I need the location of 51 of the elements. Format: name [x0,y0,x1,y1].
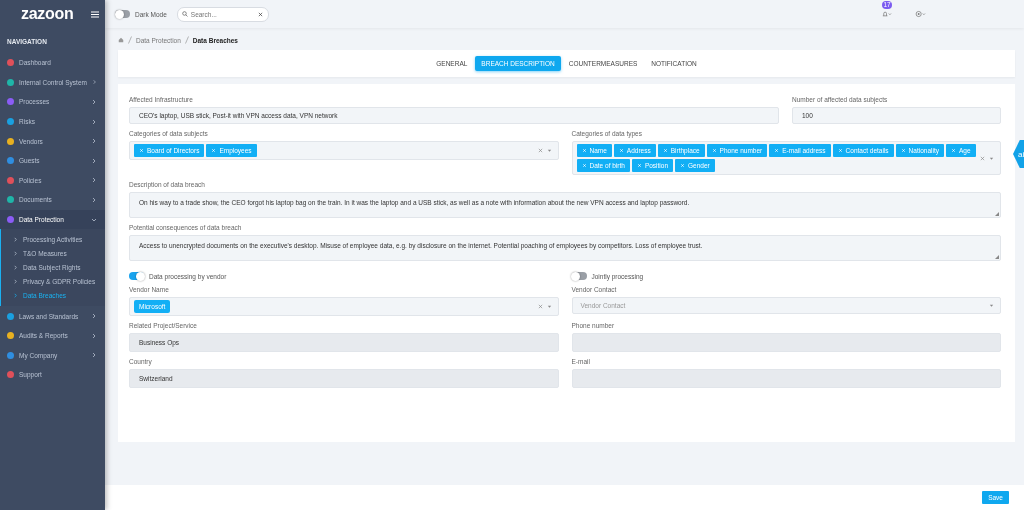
chevron-right-icon [91,196,97,203]
chevron-right-icon [91,313,97,320]
resize-grip-icon[interactable] [995,255,999,259]
remove-icon[interactable] [662,148,668,153]
remove-icon[interactable] [900,148,906,153]
caret-down-icon[interactable] [546,148,552,153]
caret-down-icon[interactable] [989,155,994,161]
settings-icon[interactable] [915,10,926,18]
remove-icon[interactable] [618,148,624,153]
remove-icon[interactable] [950,148,956,153]
remove-icon[interactable] [711,148,717,153]
toggle-switch[interactable] [115,10,130,18]
toggle-switch[interactable] [571,272,587,280]
clear-icon[interactable] [980,155,985,161]
chevron-right-icon [13,236,18,242]
clear-icon[interactable] [537,148,543,153]
remove-icon[interactable] [139,148,144,153]
chevron-right-icon [91,99,97,105]
chevron-right-icon [91,118,97,125]
ai-side-tab[interactable]: ai [1013,140,1024,168]
remove-icon[interactable] [774,148,780,153]
remove-icon[interactable] [581,163,587,168]
clear-icon[interactable] [537,304,543,309]
chevron-right-icon [91,352,97,359]
remove-icon[interactable] [680,163,686,168]
caret-down-icon[interactable] [546,304,552,309]
remove-icon[interactable] [636,163,642,168]
search-icon [181,11,188,17]
chevron-right-icon [13,250,18,256]
separator-icon [128,36,132,44]
chevron-right-icon [13,278,18,284]
separator-icon [184,36,189,44]
bell-icon[interactable] [881,10,892,18]
chevron-right-icon [91,157,97,164]
chevron-right-icon [91,177,97,184]
home-icon[interactable] [118,37,124,43]
chevron-right-icon [13,292,18,298]
chevron-right-icon [13,264,18,270]
chevron-right-icon [91,138,97,145]
remove-icon[interactable] [581,148,587,153]
chevron-right-icon [91,332,97,339]
logo: zazoon [21,5,74,23]
chevron-right-icon [91,79,97,86]
resize-grip-icon[interactable] [995,212,999,216]
close-icon[interactable] [257,11,263,17]
chevron-down-icon [91,216,97,223]
menu-icon[interactable] [91,10,99,18]
toggle-switch[interactable] [129,272,144,280]
caret-down-icon[interactable] [989,303,994,308]
remove-icon[interactable] [837,148,843,153]
remove-icon[interactable] [211,148,217,153]
